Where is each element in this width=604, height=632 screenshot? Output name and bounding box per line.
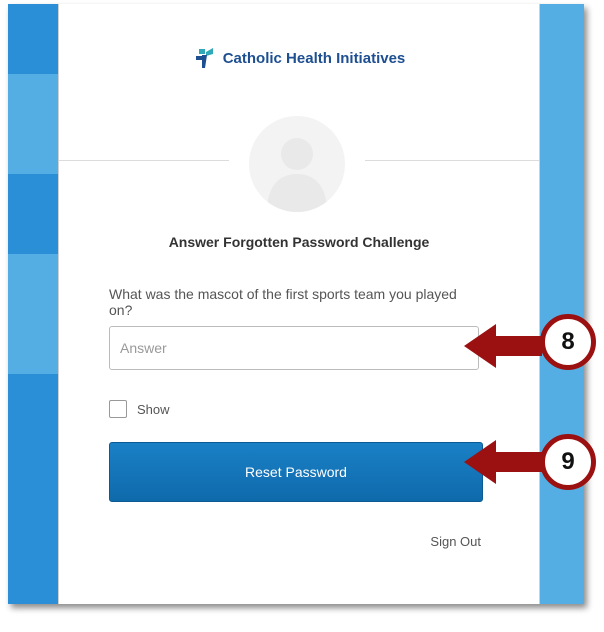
show-toggle[interactable]: Show [109, 400, 170, 418]
cross-logo-icon [195, 48, 213, 68]
divider [59, 160, 229, 161]
page-title: Answer Forgotten Password Challenge [168, 234, 430, 250]
security-question: What was the mascot of the first sports … [109, 286, 457, 318]
brand-name: Catholic Health Initiatives [222, 49, 406, 67]
sign-out-link[interactable]: Sign Out [430, 534, 481, 549]
background-stripe [538, 4, 584, 604]
answer-input[interactable] [109, 326, 479, 370]
callout-badge-9: 9 [540, 434, 596, 490]
divider [365, 160, 539, 161]
show-label: Show [137, 401, 170, 417]
login-card: Catholic Health Initiatives Answer Forgo… [58, 4, 540, 604]
reset-password-button[interactable]: Reset Password [109, 442, 483, 502]
screen-area: Catholic Health Initiatives Answer Forgo… [8, 4, 584, 604]
brand-logo: Catholic Health Initiatives [59, 46, 539, 70]
callout-badge-8: 8 [540, 314, 596, 370]
callout-number: 8 [561, 328, 575, 355]
callout-arrow-icon [464, 324, 542, 368]
callout-arrow-icon [464, 440, 542, 484]
show-checkbox[interactable] [109, 400, 127, 418]
callout-number: 9 [561, 448, 575, 475]
user-avatar-icon [249, 116, 345, 212]
